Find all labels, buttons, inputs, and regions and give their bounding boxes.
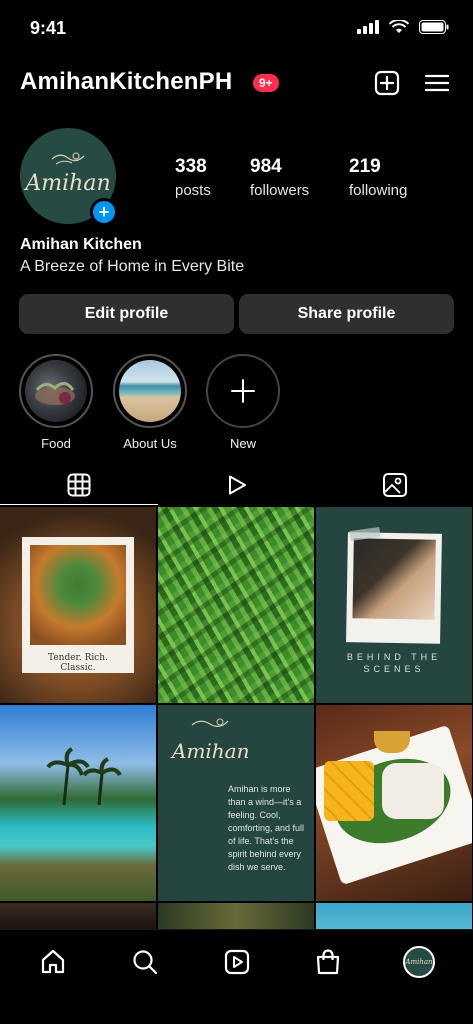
edit-profile-button[interactable]: Edit profile	[19, 294, 234, 334]
shopping-bag-icon	[316, 949, 340, 975]
play-icon	[229, 475, 246, 495]
wifi-icon	[389, 20, 409, 33]
active-tab-indicator	[0, 504, 158, 505]
highlight-label: About Us	[123, 436, 177, 451]
post-tile[interactable]	[316, 705, 472, 901]
following-count[interactable]: 219 following	[349, 156, 407, 199]
reels-icon	[224, 949, 250, 975]
stat-value: 338	[175, 156, 207, 177]
profile-tabs	[0, 466, 473, 506]
palm-trees-photo	[46, 747, 122, 805]
sticky-rice	[382, 763, 444, 819]
highlight-label: New	[229, 436, 256, 451]
post-text: Amihan is more than a wind—it's a feelin…	[228, 784, 305, 872]
post-caption: BEHIND THE SCENES	[346, 652, 442, 674]
post-logo-text: Amihan	[172, 739, 250, 763]
posts-count[interactable]: 338 posts	[175, 156, 211, 199]
post-tile[interactable]: BEHIND THE SCENES	[316, 507, 472, 703]
post-tile[interactable]	[0, 705, 156, 901]
post-tile[interactable]	[316, 903, 472, 929]
soup-photo	[30, 545, 126, 645]
highlight-beach-image	[119, 360, 181, 422]
battery-icon	[419, 20, 449, 34]
tagged-photo-icon	[383, 473, 407, 497]
highlight-food-image	[25, 360, 87, 422]
plus-icon	[231, 379, 255, 403]
signal-icon	[357, 20, 379, 34]
search-icon	[133, 950, 158, 975]
create-post-button[interactable]	[372, 68, 402, 98]
post-tile[interactable]	[0, 903, 156, 929]
stat-value: 984	[250, 156, 282, 177]
wind-swirl-icon	[191, 718, 229, 727]
add-story-button[interactable]: +	[90, 198, 118, 226]
post-caption: Tender. Rich. Classic.	[48, 653, 108, 673]
stat-label: followers	[250, 182, 310, 199]
nav-avatar-text: Amihan	[405, 958, 433, 966]
highlight-about-us[interactable]: About Us	[113, 354, 187, 451]
plus-icon: +	[98, 202, 110, 222]
highlight-ring	[206, 354, 280, 428]
nav-reels[interactable]	[221, 946, 253, 978]
highlight-label: Food	[41, 436, 71, 451]
wind-swirl-icon	[51, 152, 85, 165]
followers-count[interactable]: 984 followers	[250, 156, 309, 199]
tab-posts-grid[interactable]	[0, 466, 158, 504]
home-icon	[41, 949, 65, 974]
post-tile[interactable]	[158, 903, 314, 929]
nav-home[interactable]	[37, 946, 69, 978]
green-beans-photo	[158, 507, 314, 703]
highlight-food[interactable]: Food	[19, 354, 93, 451]
stat-value: 219	[349, 156, 381, 177]
polaroid-frame: Tender. Rich. Classic.	[22, 537, 134, 673]
bio-text: A Breeze of Home in Every Bite	[20, 258, 245, 275]
avatar-logo-text: Amihan	[25, 170, 111, 196]
highlight-new[interactable]: New	[206, 354, 280, 451]
notification-badge[interactable]: 9+	[253, 74, 279, 92]
post-tile[interactable]: Tender. Rich. Classic.	[0, 507, 156, 703]
highlight-ring	[19, 354, 93, 428]
post-tile[interactable]: Amihan Amihan is more than a wind—it's a…	[158, 705, 314, 901]
nav-shop[interactable]	[312, 946, 344, 978]
polaroid-frame	[346, 532, 442, 644]
tab-tagged[interactable]	[316, 466, 473, 504]
nav-profile-avatar[interactable]: Amihan	[403, 946, 435, 978]
profile-username[interactable]: AmihanKitchenPH	[20, 68, 232, 96]
coconut-sauce-bowl	[374, 731, 410, 753]
mango-slices	[324, 761, 374, 821]
tab-reels[interactable]	[158, 466, 316, 504]
bottom-nav: Amihan	[0, 929, 473, 1024]
stat-label: following	[349, 182, 408, 199]
nav-search[interactable]	[129, 946, 161, 978]
hamburger-menu-icon	[425, 74, 449, 92]
display-name: Amihan Kitchen	[20, 236, 142, 253]
chef-photo	[352, 538, 436, 620]
status-icons	[357, 20, 449, 34]
status-time: 9:41	[30, 18, 67, 38]
menu-button[interactable]	[422, 68, 452, 98]
post-tile[interactable]	[158, 507, 314, 703]
plus-square-icon	[374, 70, 400, 96]
stat-label: posts	[175, 182, 211, 199]
highlight-ring	[113, 354, 187, 428]
share-profile-button[interactable]: Share profile	[239, 294, 454, 334]
grid-icon	[67, 473, 91, 497]
